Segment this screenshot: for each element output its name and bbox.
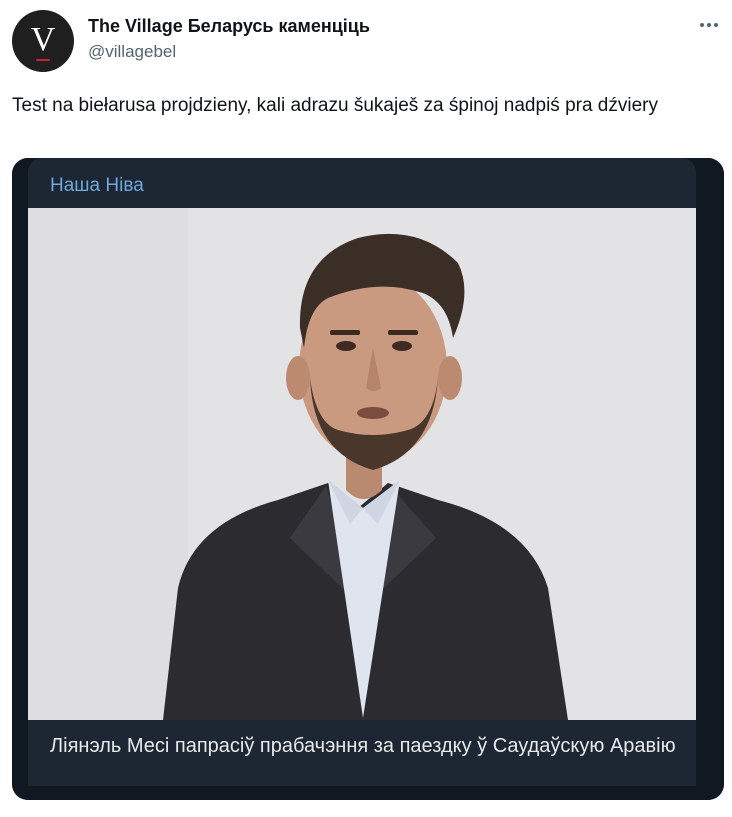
author-display-name[interactable]: The Village Беларусь каменціць (88, 16, 370, 37)
more-horizontal-icon[interactable] (696, 14, 722, 36)
person-illustration (28, 208, 696, 720)
more-dot (714, 23, 718, 27)
media-photo (28, 208, 696, 720)
avatar[interactable]: V (12, 10, 74, 72)
more-dot (707, 23, 711, 27)
more-dot (700, 23, 704, 27)
avatar-accent (36, 59, 50, 61)
author-handle[interactable]: @villagebel (88, 42, 176, 62)
media-source-label: Наша Ніва (50, 175, 144, 196)
avatar-monogram: V (30, 21, 56, 58)
tweet-text: Test na biełarusa projdzieny, kali adraz… (12, 95, 658, 116)
tweet-media[interactable]: Наша Ніва Лiянэль Месі папрасіў прабачэн… (12, 158, 724, 800)
media-caption: Лiянэль Месі папрасіў прабачэння за паез… (50, 735, 676, 757)
